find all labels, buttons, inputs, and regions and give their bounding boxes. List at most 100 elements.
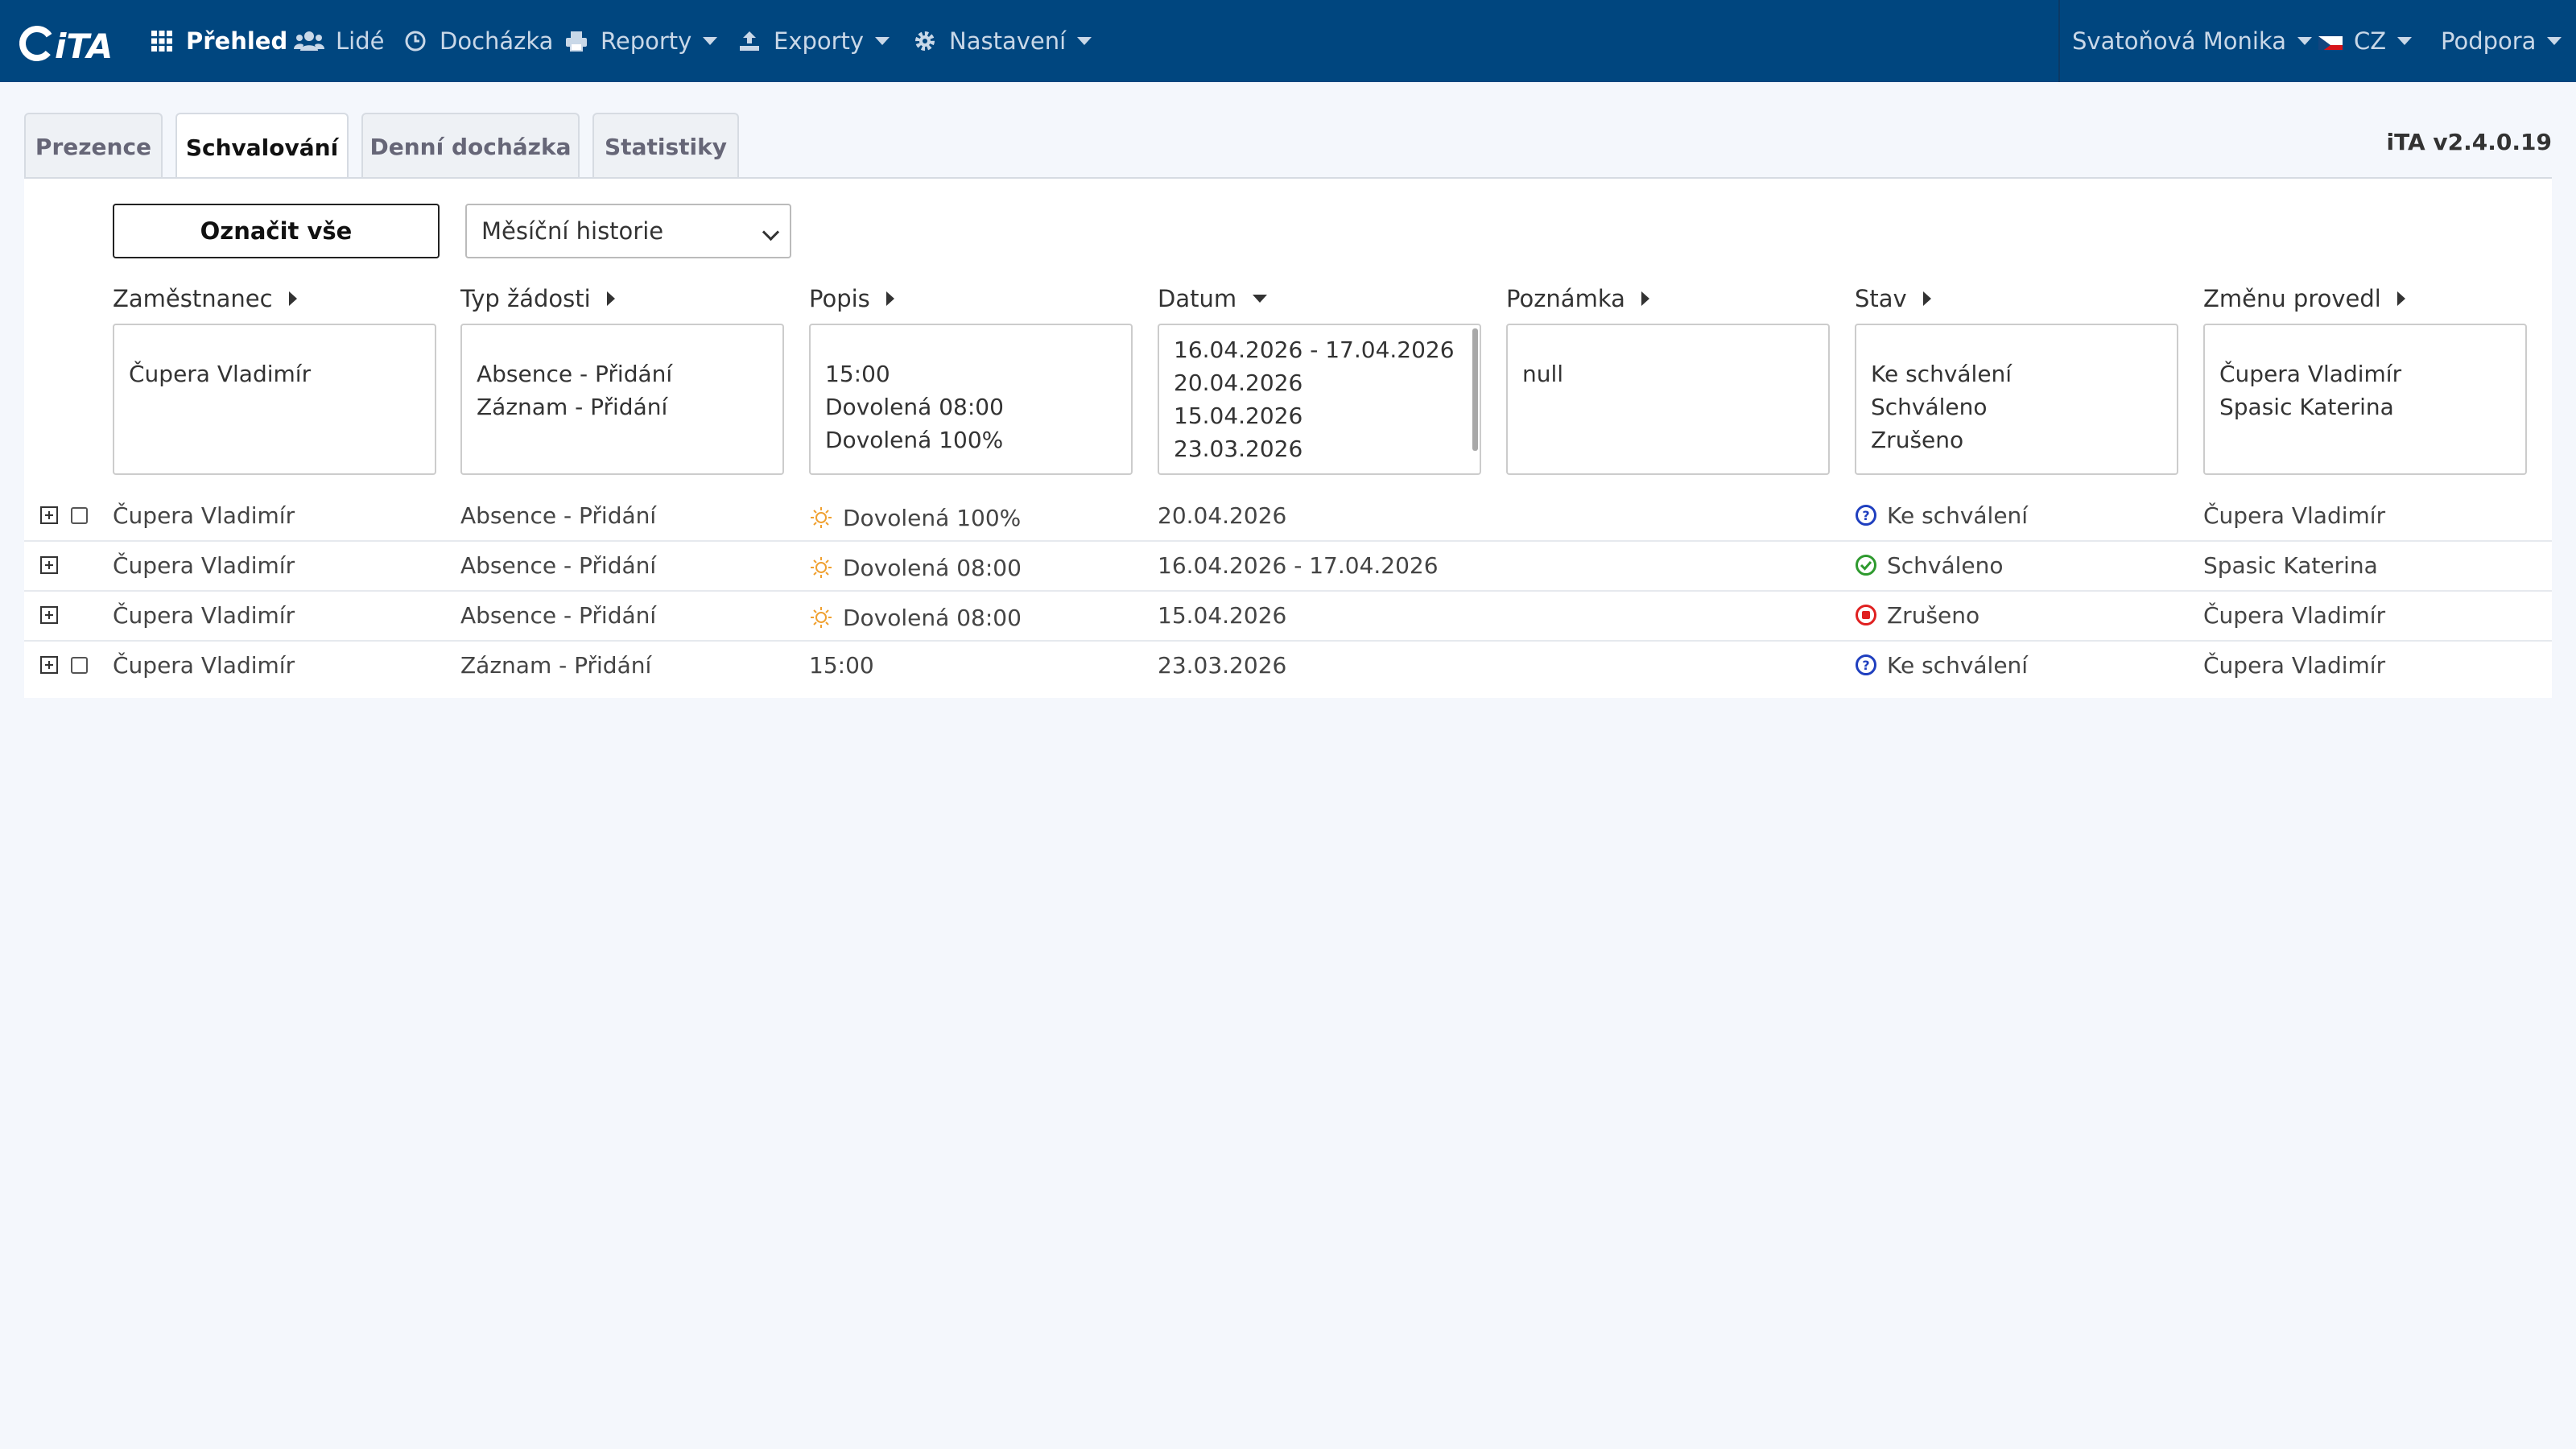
cell-employee: Čupera Vladimír bbox=[113, 651, 295, 679]
chevron-down-icon bbox=[2397, 37, 2413, 45]
chevron-down-icon bbox=[762, 223, 780, 242]
tab-statistiky[interactable]: Statistiky bbox=[592, 113, 739, 179]
row-checkbox[interactable] bbox=[71, 657, 88, 674]
col-header-label: Typ žádosti bbox=[460, 285, 591, 312]
filter-option[interactable]: Dovolená 08:00 bbox=[825, 390, 1118, 423]
history-select[interactable]: Měsíční historie bbox=[465, 204, 791, 258]
table-row[interactable]: Čupera Vladimír Absence - Přidání Dovole… bbox=[24, 490, 2552, 542]
filter-option[interactable]: 16.04.2026 - 17.04.2026 bbox=[1174, 333, 1467, 366]
cell-date: 15.04.2026 bbox=[1158, 601, 1287, 629]
filter-option[interactable]: Dovolená 100% bbox=[825, 423, 1118, 456]
scrollbar[interactable] bbox=[1472, 328, 1478, 451]
nav-reporty-label: Reporty bbox=[601, 27, 692, 55]
users-icon bbox=[294, 28, 324, 54]
cell-type: Absence - Přidání bbox=[460, 601, 657, 629]
nav-lide[interactable]: Lidé bbox=[294, 0, 384, 82]
support-menu[interactable]: Podpora bbox=[2441, 0, 2562, 82]
col-header-date[interactable]: Datum bbox=[1158, 282, 1268, 316]
cell-description: Dovolená 08:00 bbox=[809, 540, 1022, 590]
filter-changed-by[interactable]: Čupera Vladimír Spasic Katerina bbox=[2203, 324, 2527, 475]
cell-status: ? Ke schválení bbox=[1855, 490, 2028, 540]
filter-option[interactable]: Spasic Katerina bbox=[2219, 390, 2512, 423]
mark-all-button[interactable]: Označit vše bbox=[113, 204, 440, 258]
cell-description-text: Dovolená 08:00 bbox=[843, 604, 1022, 631]
nav-nastaveni[interactable]: Nastavení bbox=[912, 0, 1092, 82]
filter-type[interactable]: Absence - Přidání Záznam - Přidání bbox=[460, 324, 784, 475]
filter-option[interactable]: Schváleno bbox=[1871, 390, 2164, 423]
filter-employee[interactable]: Čupera Vladimír bbox=[113, 324, 436, 475]
row-checkbox[interactable] bbox=[71, 507, 88, 524]
filter-option[interactable]: Zrušeno bbox=[1871, 423, 2164, 456]
export-icon bbox=[737, 28, 762, 54]
cell-date: 23.03.2026 bbox=[1158, 651, 1287, 679]
history-select-value: Měsíční historie bbox=[481, 217, 664, 245]
chevron-down-icon bbox=[2547, 37, 2562, 45]
table-row[interactable]: Čupera Vladimír Absence - Přidání Dovole… bbox=[24, 590, 2552, 642]
col-header-employee[interactable]: Zaměstnanec bbox=[113, 282, 297, 316]
expand-icon[interactable] bbox=[40, 656, 58, 674]
clock-icon bbox=[402, 28, 428, 54]
filter-option[interactable]: Čupera Vladimír bbox=[2219, 357, 2512, 390]
grid-icon bbox=[149, 28, 175, 54]
filter-note[interactable]: null bbox=[1506, 324, 1830, 475]
cell-changed-by: Čupera Vladimír bbox=[2203, 651, 2386, 679]
nav-nastaveni-label: Nastavení bbox=[949, 27, 1067, 55]
col-header-changed-by[interactable]: Změnu provedl bbox=[2203, 282, 2405, 316]
filter-option[interactable]: 20.04.2026 bbox=[1174, 366, 1467, 399]
cell-date: 20.04.2026 bbox=[1158, 502, 1287, 529]
filter-date[interactable]: 16.04.2026 - 17.04.2026 20.04.2026 15.04… bbox=[1158, 324, 1481, 475]
filter-option[interactable]: Absence - Přidání bbox=[477, 357, 770, 390]
tab-schvalovani[interactable]: Schvalování bbox=[175, 113, 349, 180]
col-header-status[interactable]: Stav bbox=[1855, 282, 1931, 316]
svg-text:?: ? bbox=[1862, 658, 1869, 673]
filter-option[interactable]: Ke schválení bbox=[1871, 357, 2164, 390]
filter-option[interactable]: 23.03.2026 bbox=[1174, 432, 1467, 465]
col-header-type[interactable]: Typ žádosti bbox=[460, 282, 615, 316]
cell-status: ? Ke schválení bbox=[1855, 640, 2028, 690]
filter-option[interactable]: 15.04.2026 bbox=[1174, 399, 1467, 432]
col-header-label: Popis bbox=[809, 285, 870, 312]
filter-status[interactable]: Ke schválení Schváleno Zrušeno bbox=[1855, 324, 2178, 475]
col-header-description[interactable]: Popis bbox=[809, 282, 894, 316]
czech-flag-icon bbox=[2318, 32, 2343, 50]
nav-lide-label: Lidé bbox=[336, 27, 385, 55]
col-header-note[interactable]: Poznámka bbox=[1506, 282, 1649, 316]
cell-status-text: Ke schválení bbox=[1887, 502, 2029, 529]
question-circle-icon: ? bbox=[1855, 654, 1877, 676]
gear-icon bbox=[912, 28, 938, 54]
nav-prehled[interactable]: Přehled bbox=[149, 0, 287, 82]
nav-exporty[interactable]: Exporty bbox=[737, 0, 890, 82]
sort-right-icon bbox=[288, 291, 297, 306]
cell-employee: Čupera Vladimír bbox=[113, 601, 295, 629]
user-name: Svatoňová Monika bbox=[2072, 27, 2286, 55]
nav-reporty[interactable]: Reporty bbox=[564, 0, 718, 82]
svg-text:iTA: iTA bbox=[55, 27, 113, 64]
expand-icon[interactable] bbox=[40, 556, 58, 574]
app-version: iTA v2.4.0.19 bbox=[2386, 129, 2552, 155]
filter-option[interactable]: null bbox=[1522, 357, 1815, 390]
sun-icon bbox=[809, 506, 833, 530]
nav-dochazka[interactable]: Docházka bbox=[402, 0, 553, 82]
tab-prezence[interactable]: Prezence bbox=[24, 113, 163, 179]
expand-icon[interactable] bbox=[40, 506, 58, 524]
filter-description[interactable]: 15:00 Dovolená 08:00 Dovolená 100% bbox=[809, 324, 1133, 475]
tab-denni-dochazka[interactable]: Denní docházka bbox=[361, 113, 580, 179]
top-navbar: iTA Přehled Lidé Docházka Reporty Export… bbox=[0, 0, 2576, 82]
ita-logo[interactable]: iTA bbox=[16, 23, 121, 64]
svg-text:?: ? bbox=[1862, 508, 1869, 523]
expand-icon[interactable] bbox=[40, 606, 58, 624]
filter-option[interactable]: Záznam - Přidání bbox=[477, 390, 770, 423]
cell-type: Absence - Přidání bbox=[460, 502, 657, 529]
filter-option[interactable]: Čupera Vladimír bbox=[129, 357, 422, 390]
print-icon bbox=[564, 28, 589, 54]
check-circle-icon bbox=[1855, 554, 1877, 576]
user-menu[interactable]: Svatoňová Monika bbox=[2072, 0, 2312, 82]
chevron-down-icon bbox=[2297, 37, 2312, 45]
filter-option[interactable]: 15:00 bbox=[825, 357, 1118, 390]
sun-icon bbox=[809, 555, 833, 580]
cell-changed-by: Spasic Katerina bbox=[2203, 551, 2378, 579]
language-menu[interactable]: CZ bbox=[2318, 0, 2413, 82]
cell-status-text: Zrušeno bbox=[1887, 601, 1980, 629]
table-row[interactable]: Čupera Vladimír Absence - Přidání Dovole… bbox=[24, 540, 2552, 592]
table-row[interactable]: Čupera Vladimír Záznam - Přidání 15:00 2… bbox=[24, 640, 2552, 690]
